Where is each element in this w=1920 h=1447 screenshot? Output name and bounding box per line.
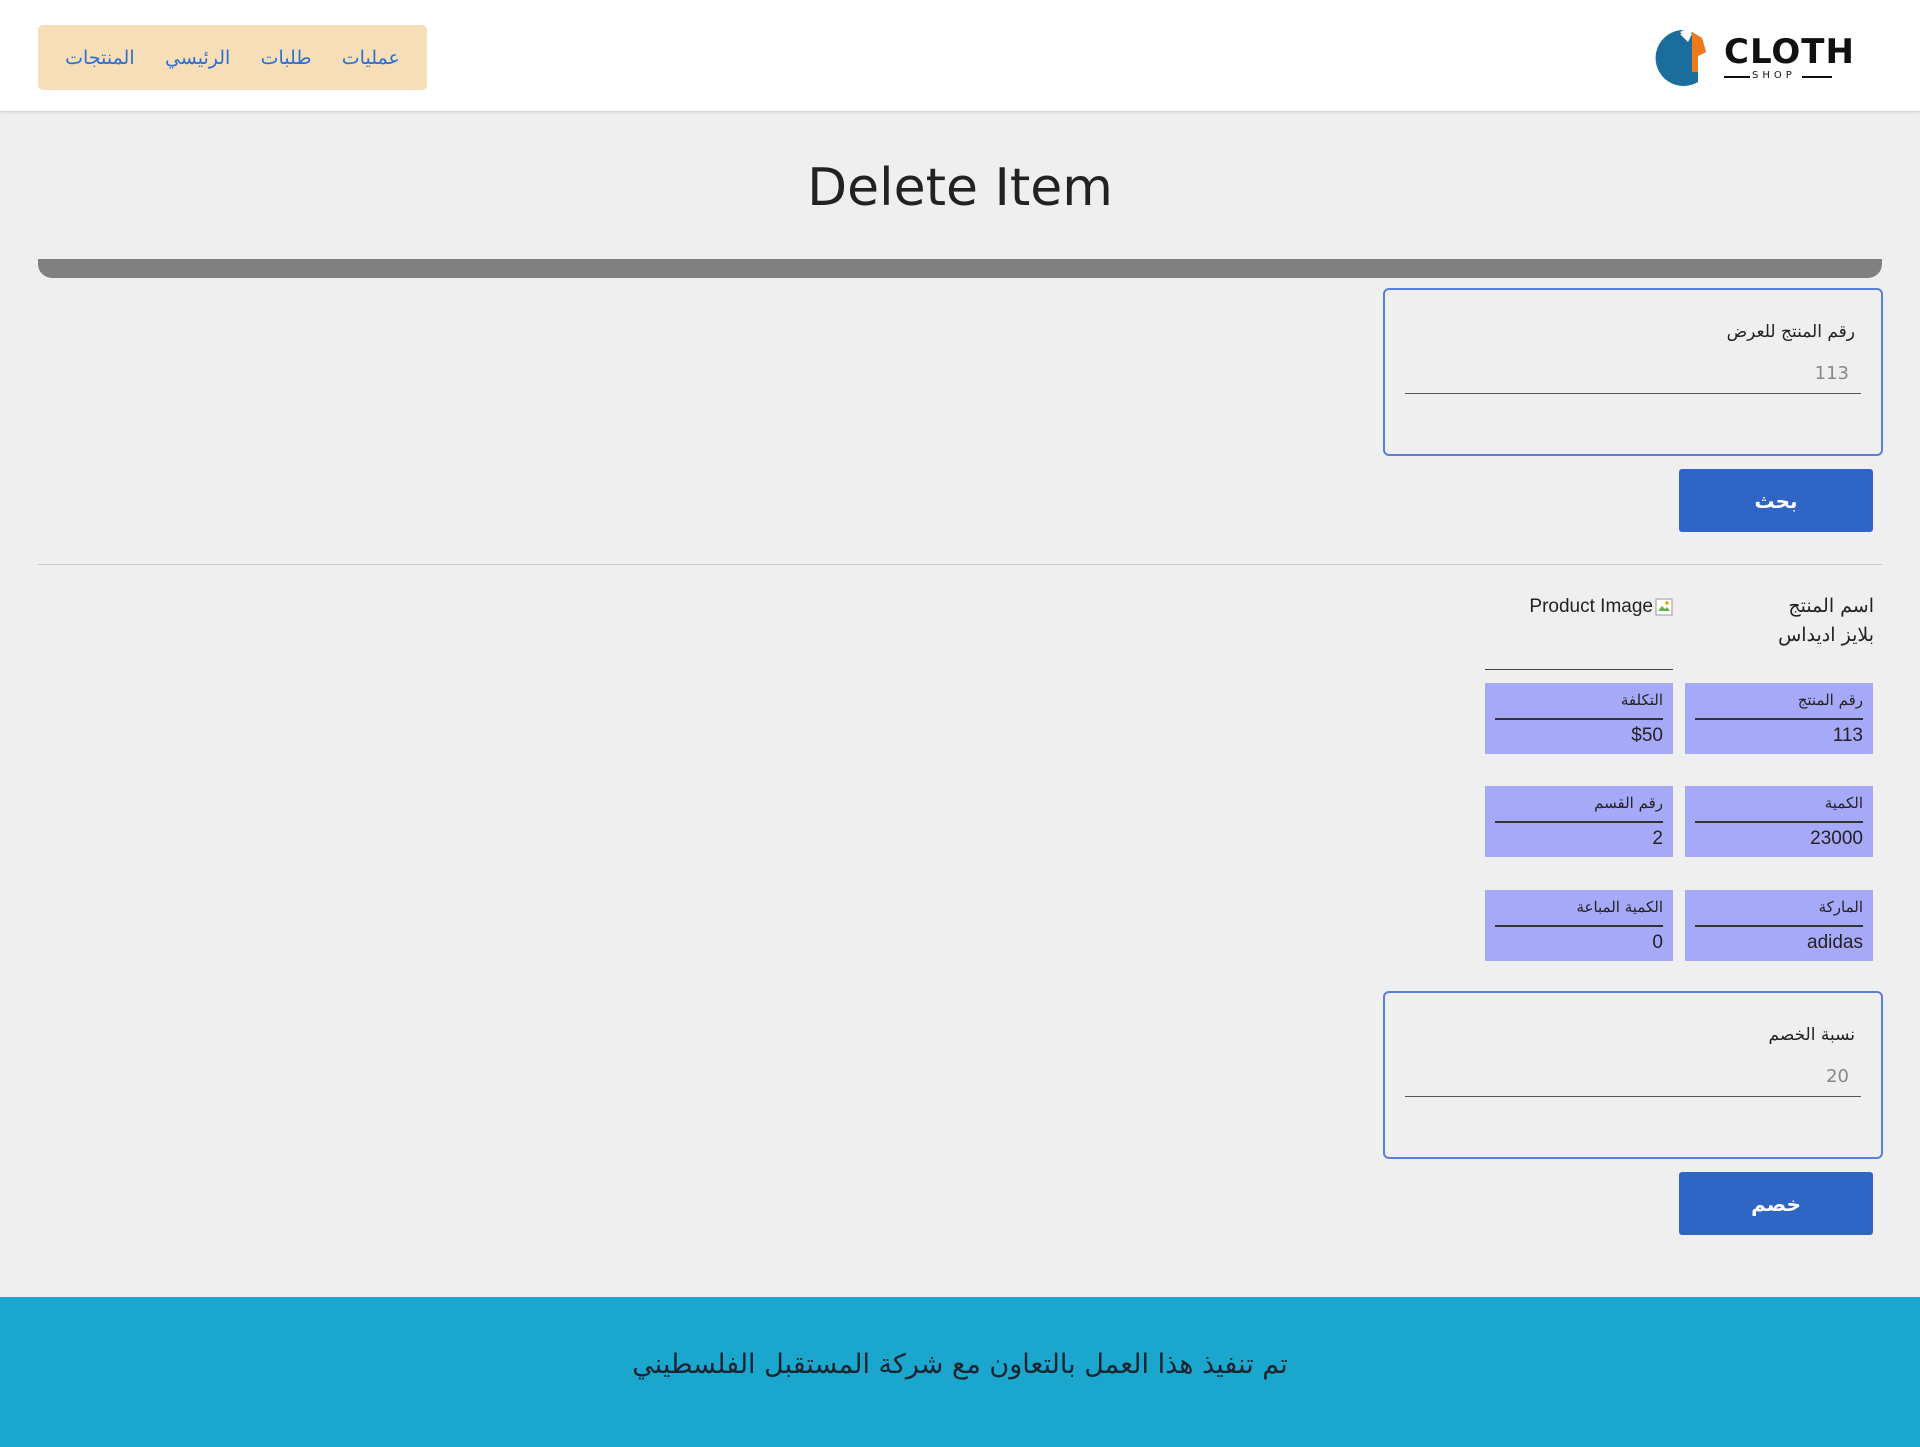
field-underline — [1495, 925, 1663, 927]
field-value: 2 — [1652, 828, 1663, 849]
field-value: $50 — [1631, 725, 1663, 746]
nav-item-home[interactable]: الرئيسي — [165, 47, 230, 69]
product-name-label: اسم المنتج — [1788, 595, 1874, 617]
product-image: Product Image — [1485, 596, 1673, 670]
logo-line-left — [1724, 76, 1750, 78]
search-button[interactable]: بحث — [1679, 469, 1873, 532]
field-underline — [1495, 821, 1663, 823]
nav-item-operations[interactable]: عمليات — [342, 47, 400, 69]
field-label: رقم المنتج — [1797, 691, 1863, 709]
product-name-value: بلايز اديداس — [1778, 624, 1874, 646]
header: CLOTH SHOP عمليات طلبات الرئيسي المنتجات — [0, 0, 1920, 112]
nav-item-orders[interactable]: طلبات — [261, 47, 312, 69]
logo-line-right — [1802, 76, 1832, 78]
cloth-shop-logo[interactable]: CLOTH SHOP — [1652, 26, 1855, 90]
field-cost: التكلفة $50 — [1485, 683, 1673, 754]
field-quantity: الكمية 23000 — [1685, 786, 1873, 857]
section-divider — [38, 564, 1882, 565]
field-label: الكمية — [1824, 794, 1863, 812]
field-underline — [1695, 821, 1863, 823]
discount-label: نسبة الخصم — [1768, 1025, 1855, 1045]
field-product-id: رقم المنتج 113 — [1685, 683, 1873, 754]
main-nav: عمليات طلبات الرئيسي المنتجات — [38, 25, 427, 90]
product-image-alt: Product Image — [1529, 596, 1653, 617]
product-id-input[interactable] — [1405, 354, 1861, 394]
logo-sub: SHOP — [1752, 70, 1796, 81]
field-label: التكلفة — [1620, 691, 1663, 709]
search-label: رقم المنتج للعرض — [1726, 322, 1855, 342]
field-value: 0 — [1652, 932, 1663, 953]
field-value: 113 — [1832, 725, 1863, 746]
footer: تم تنفيذ هذا العمل بالتعاون مع شركة المس… — [0, 1297, 1920, 1447]
field-label: الكمية المباعة — [1576, 898, 1663, 916]
field-value: adidas — [1807, 932, 1863, 953]
field-underline — [1495, 718, 1663, 720]
page-title: Delete Item — [807, 158, 1113, 218]
field-brand: الماركة adidas — [1685, 890, 1873, 961]
title-divider-bar — [38, 259, 1882, 278]
logo-word: CLOTH — [1724, 32, 1855, 72]
field-underline — [1695, 925, 1863, 927]
broken-image-icon — [1655, 598, 1673, 616]
field-label: الماركة — [1818, 898, 1863, 916]
discount-card: نسبة الخصم — [1383, 991, 1883, 1159]
discount-input[interactable] — [1405, 1057, 1861, 1097]
field-category-id: رقم القسم 2 — [1485, 786, 1673, 857]
field-sold-quantity: الكمية المباعة 0 — [1485, 890, 1673, 961]
search-card: رقم المنتج للعرض — [1383, 288, 1883, 456]
footer-text: تم تنفيذ هذا العمل بالتعاون مع شركة المس… — [632, 1349, 1288, 1380]
nav-item-products[interactable]: المنتجات — [65, 47, 134, 69]
field-underline — [1695, 718, 1863, 720]
discount-button[interactable]: خصم — [1679, 1172, 1873, 1235]
shirt-logo-icon — [1655, 29, 1706, 86]
field-label: رقم القسم — [1594, 794, 1663, 812]
field-value: 23000 — [1810, 828, 1863, 849]
